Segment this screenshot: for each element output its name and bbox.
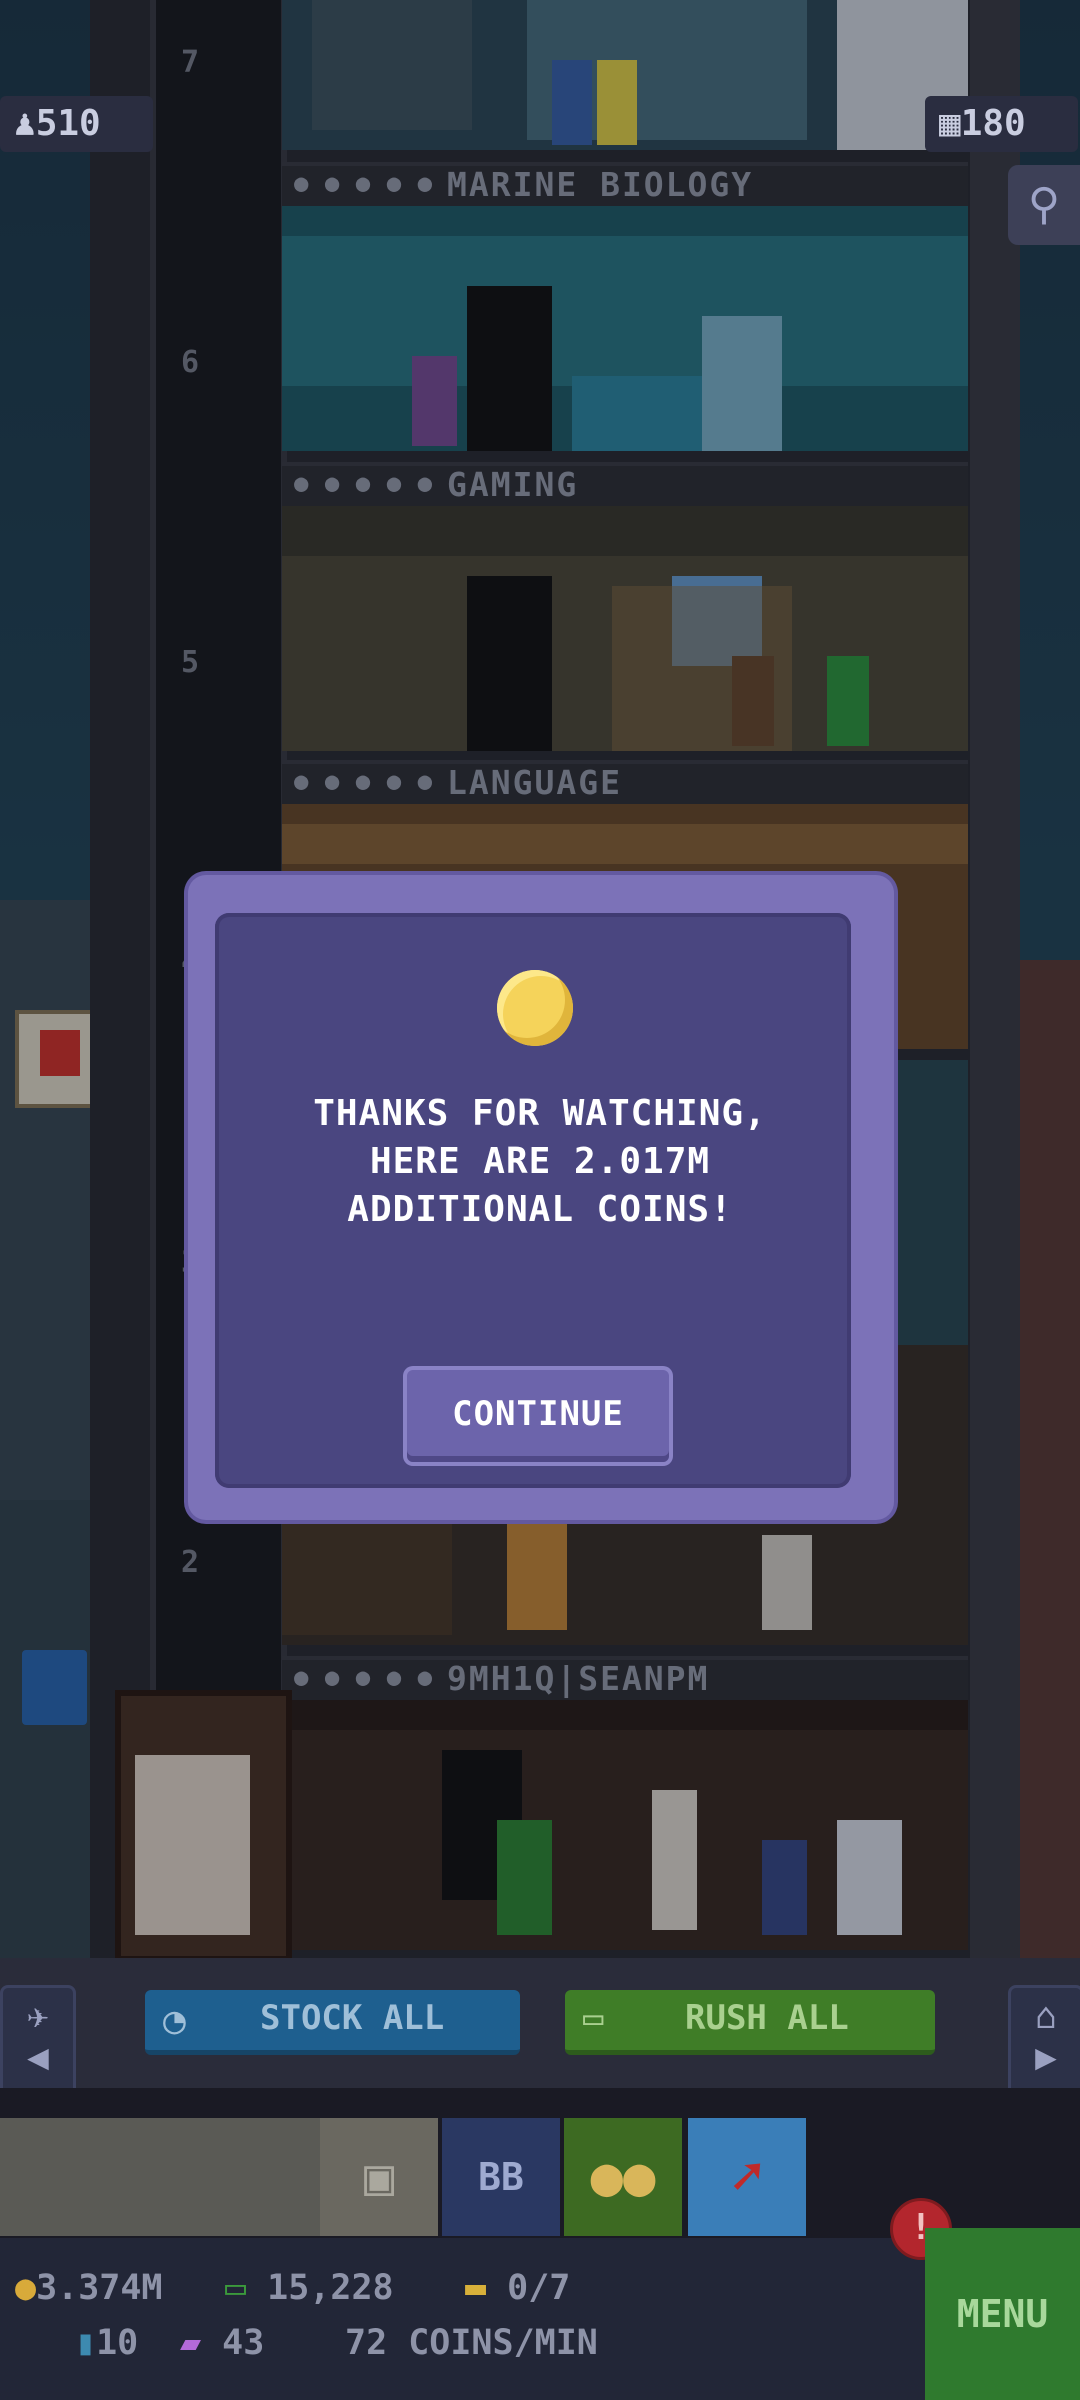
clock-icon: ◔ xyxy=(163,1998,186,2042)
status-bar xyxy=(0,2238,925,2400)
tv-icon: ▰ xyxy=(180,2323,202,2363)
home-icon: ⌂ xyxy=(1035,1996,1057,2037)
tickets-stat[interactable]: ▬ 0/7 xyxy=(465,2268,570,2308)
stock-all-button[interactable]: ◔ STOCK ALL xyxy=(145,1990,520,2055)
person-icon: ♟ xyxy=(14,103,36,144)
ticket-icon: ▬ xyxy=(465,2268,487,2308)
floors-counter[interactable]: ▦180 xyxy=(925,96,1078,152)
dock-empty-slot[interactable] xyxy=(0,2118,320,2236)
box-button[interactable]: ▣ xyxy=(320,2118,438,2236)
menu-button[interactable]: MENU xyxy=(925,2228,1080,2400)
airplane-icon: ✈ xyxy=(27,1996,49,2037)
coins-stat[interactable]: ●3.374M xyxy=(15,2268,163,2308)
bb-button[interactable]: BB xyxy=(442,2118,560,2236)
bitizens-stat[interactable]: ▮10 xyxy=(75,2323,138,2363)
arrow-right-icon: ▶ xyxy=(1035,2037,1057,2078)
tv-stat[interactable]: ▰ 43 xyxy=(180,2323,264,2363)
raffle-button[interactable]: ➚ xyxy=(688,2118,806,2236)
search-button[interactable]: ⚲ xyxy=(1008,165,1080,245)
population-counter[interactable]: ♟510 xyxy=(0,96,153,152)
pin-icon: ➚ xyxy=(730,2145,764,2208)
rush-all-button[interactable]: ▭ RUSH ALL xyxy=(565,1990,935,2055)
building-icon: ▦ xyxy=(939,103,961,144)
coins-button[interactable]: ●● xyxy=(564,2118,682,2236)
arrow-left-icon: ◀ xyxy=(27,2037,49,2078)
bux-icon: ▭ xyxy=(225,2268,247,2308)
reward-message: THANKS FOR WATCHING, HERE ARE 2.017M ADD… xyxy=(313,1093,767,1230)
coin-icon xyxy=(497,970,573,1046)
bitizen-icon: ▮ xyxy=(75,2323,97,2363)
search-icon: ⚲ xyxy=(1027,179,1061,230)
coin-icon: ● xyxy=(15,2268,37,2308)
box-icon: ▣ xyxy=(363,2148,395,2206)
continue-button[interactable]: CONTINUE xyxy=(407,1370,669,1462)
coin-rate: 72 COINS/MIN xyxy=(345,2323,598,2363)
coins-icon: ●● xyxy=(590,2145,656,2208)
cash-icon: ▭ xyxy=(583,1998,604,2038)
bux-stat[interactable]: ▭ 15,228 xyxy=(225,2268,394,2308)
